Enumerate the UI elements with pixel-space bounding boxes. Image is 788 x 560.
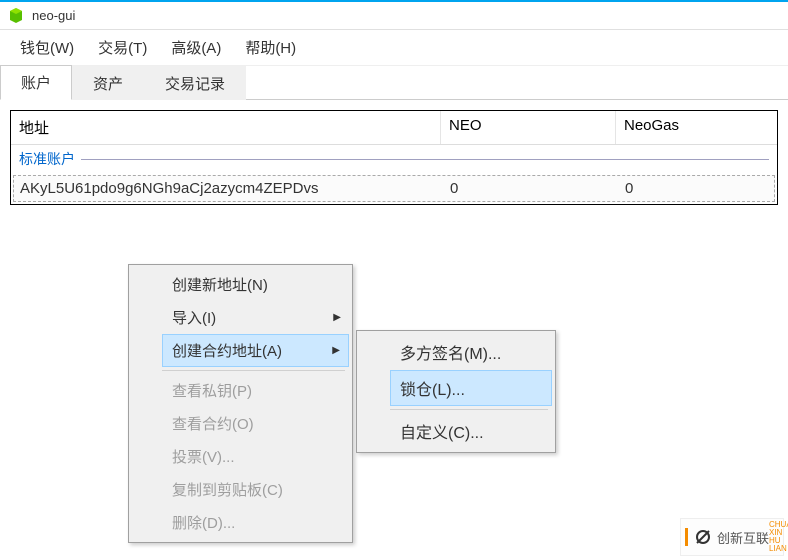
titlebar: neo-gui bbox=[0, 0, 788, 30]
accounts-table: 地址 NEO NeoGas 标准账户 AKyL5U61pdo9g6NGh9aCj… bbox=[10, 110, 778, 205]
menu-icon-gutter bbox=[132, 268, 160, 539]
submenu-arrow-icon: ▶ bbox=[333, 312, 341, 323]
menu-label: 查看合约(O) bbox=[172, 413, 254, 434]
watermark-bar-icon bbox=[685, 528, 688, 546]
menu-wallet[interactable]: 钱包(W) bbox=[20, 37, 74, 58]
menu-create-address[interactable]: 创建新地址(N) bbox=[162, 268, 349, 301]
submenu-arrow-icon: ▶ bbox=[332, 345, 340, 356]
submenu-contract-address: 多方签名(M)... 锁仓(L)... 自定义(C)... bbox=[356, 330, 556, 453]
submenu-separator bbox=[390, 409, 548, 410]
watermark: 创新互联 CHUANG XIN HU LIAN bbox=[680, 518, 784, 556]
menu-label: 删除(D)... bbox=[172, 512, 235, 533]
group-standard-account[interactable]: 标准账户 bbox=[11, 145, 777, 173]
window-title: neo-gui bbox=[32, 8, 75, 23]
menubar: 钱包(W) 交易(T) 高级(A) 帮助(H) bbox=[0, 30, 788, 66]
context-menu: 创建新地址(N) 导入(I) ▶ 创建合约地址(A) ▶ 查看私钥(P) 查看合… bbox=[128, 264, 353, 543]
submenu-multisig[interactable]: 多方签名(M)... bbox=[390, 334, 552, 370]
cell-address: AKyL5U61pdo9g6NGh9aCj2azycm4ZEPDvs bbox=[14, 176, 444, 201]
content-area: 地址 NEO NeoGas 标准账户 AKyL5U61pdo9g6NGh9aCj… bbox=[0, 100, 788, 215]
menu-help[interactable]: 帮助(H) bbox=[245, 37, 296, 58]
menu-view-contract: 查看合约(O) bbox=[162, 407, 349, 440]
menu-copy-clipboard: 复制到剪贴板(C) bbox=[162, 473, 349, 506]
watermark-logo-icon bbox=[693, 527, 713, 547]
col-header-neogas[interactable]: NeoGas bbox=[616, 111, 777, 144]
menu-label: 复制到剪贴板(C) bbox=[172, 479, 283, 500]
menu-label: 创建新地址(N) bbox=[172, 274, 268, 295]
menu-advanced[interactable]: 高级(A) bbox=[171, 37, 221, 58]
menu-vote: 投票(V)... bbox=[162, 440, 349, 473]
submenu-custom[interactable]: 自定义(C)... bbox=[390, 413, 552, 449]
menu-import[interactable]: 导入(I) ▶ bbox=[162, 301, 349, 334]
table-header: 地址 NEO NeoGas bbox=[11, 111, 777, 145]
tab-account[interactable]: 账户 bbox=[0, 65, 72, 100]
watermark-text: 创新互联 bbox=[717, 528, 769, 547]
group-label: 标准账户 bbox=[19, 149, 75, 169]
watermark-side-text: CHUANG XIN HU LIAN bbox=[769, 521, 779, 553]
cell-neogas: 0 bbox=[619, 176, 774, 201]
menu-label: 创建合约地址(A) bbox=[172, 340, 282, 361]
neo-logo-icon bbox=[8, 8, 24, 24]
submenu-label: 锁仓(L)... bbox=[400, 376, 465, 400]
menu-view-private-key: 查看私钥(P) bbox=[162, 374, 349, 407]
menu-label: 查看私钥(P) bbox=[172, 380, 252, 401]
menu-label: 投票(V)... bbox=[172, 446, 235, 467]
tabs: 账户 资产 交易记录 bbox=[0, 66, 788, 100]
table-row[interactable]: AKyL5U61pdo9g6NGh9aCj2azycm4ZEPDvs 0 0 bbox=[13, 175, 775, 202]
group-divider bbox=[81, 159, 769, 160]
menu-label: 导入(I) bbox=[172, 307, 216, 328]
menu-delete: 删除(D)... bbox=[162, 506, 349, 539]
submenu-lock[interactable]: 锁仓(L)... bbox=[390, 370, 552, 406]
tab-asset[interactable]: 资产 bbox=[72, 66, 144, 100]
submenu-label: 自定义(C)... bbox=[400, 419, 484, 443]
cell-neo: 0 bbox=[444, 176, 619, 201]
menu-create-contract-address[interactable]: 创建合约地址(A) ▶ bbox=[162, 334, 349, 367]
menu-transaction[interactable]: 交易(T) bbox=[98, 37, 147, 58]
menu-separator bbox=[162, 370, 345, 371]
tab-tx-record[interactable]: 交易记录 bbox=[144, 66, 246, 100]
col-header-neo[interactable]: NEO bbox=[441, 111, 616, 144]
submenu-label: 多方签名(M)... bbox=[400, 340, 501, 364]
col-header-address[interactable]: 地址 bbox=[11, 111, 441, 144]
